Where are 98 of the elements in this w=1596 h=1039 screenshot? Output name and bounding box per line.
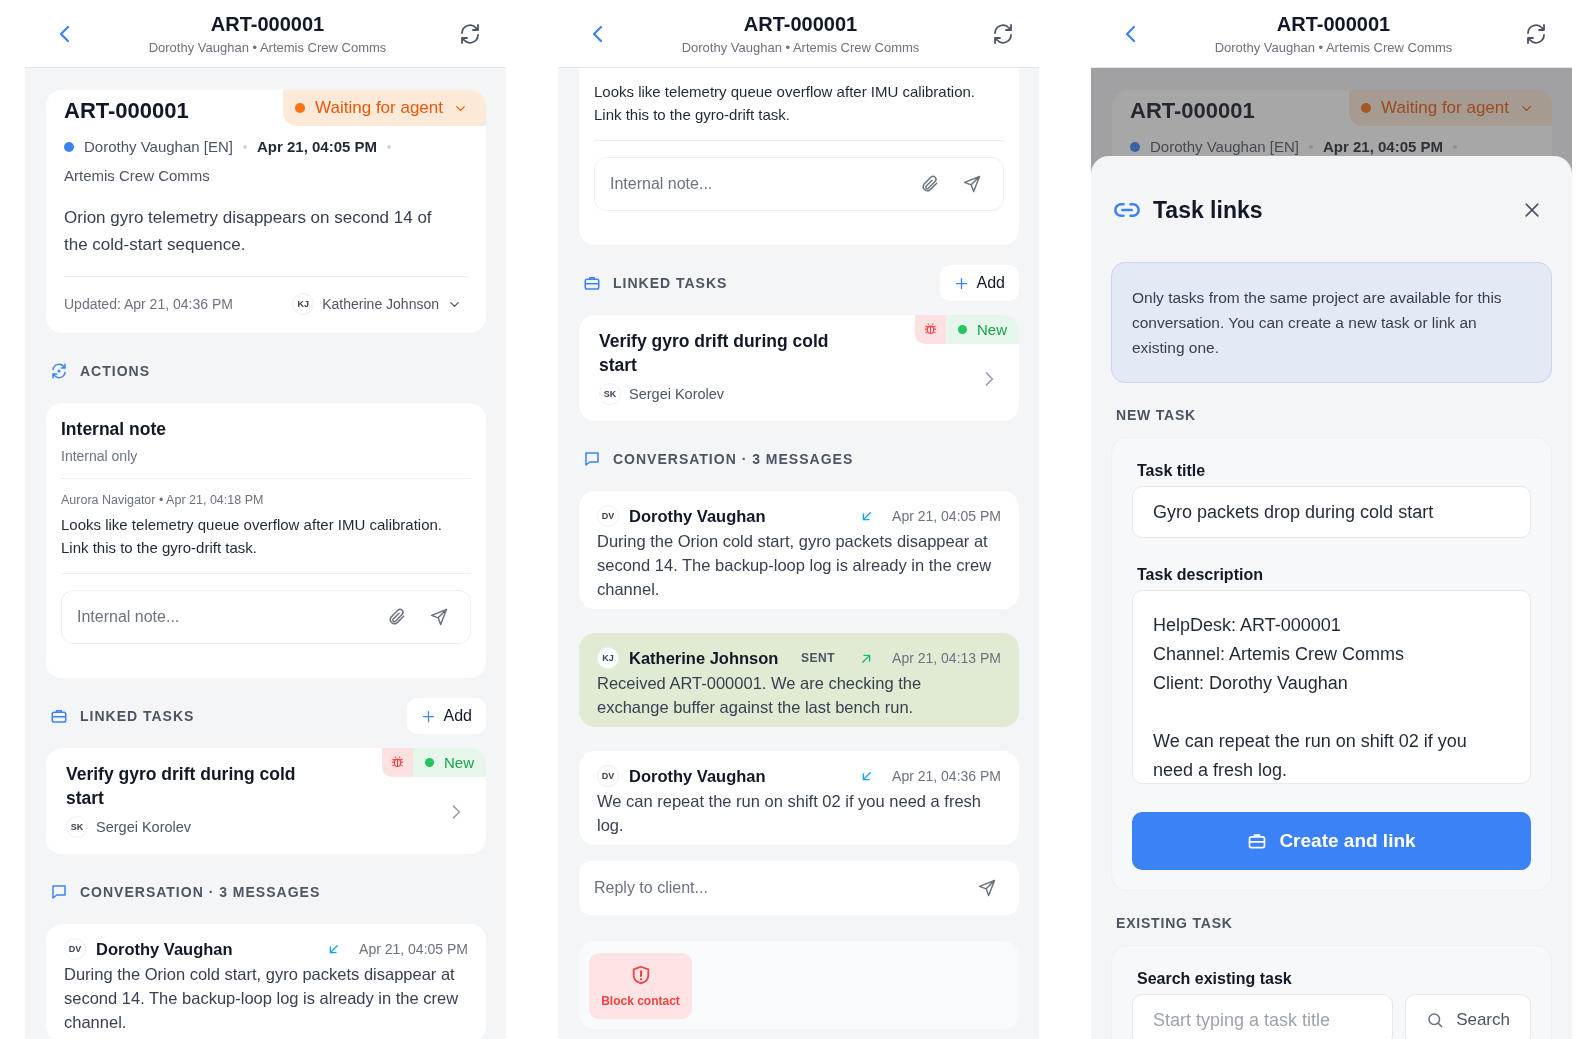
message-time: Apr 21, 04:05 PM xyxy=(892,508,1001,524)
client-name: Dorothy Vaughan [EN] xyxy=(84,138,233,155)
section-heading: CONVERSATION · 3 MESSAGES xyxy=(80,884,322,900)
online-dot xyxy=(1130,141,1140,152)
avatar-initials: DV xyxy=(64,938,86,960)
author-name: Katherine Johnson xyxy=(629,648,779,668)
screen-title: ART-000001 xyxy=(742,12,859,36)
task-description-field[interactable]: HelpDesk: ART-000001 Channel: Artemis Crew Comms Client: Dorothy Vaughan We can repeat the run on shift 02 if you need a fresh log. xyxy=(1132,590,1531,784)
briefcase-icon xyxy=(50,707,68,725)
ticket-description: Orion gyro telemetry disappears on second 14 of the cold-start sequence. xyxy=(64,207,433,256)
paperclip-icon[interactable] xyxy=(387,607,407,627)
author-name: Dorothy Vaughan xyxy=(96,939,233,959)
avatar-initials: KJ xyxy=(597,647,619,669)
message-time: Apr 21, 04:36 PM xyxy=(892,768,1001,784)
refresh-icon xyxy=(50,362,68,380)
note-subtitle: Internal only xyxy=(61,448,139,464)
assignee-name: Sergei Korolev xyxy=(96,819,192,835)
ticket-id: ART-000001 xyxy=(1130,97,1255,124)
screen-title: ART-000001 xyxy=(1275,12,1392,36)
task-card[interactable]: Verify gyro drift during cold start SK Sergei Korolev New xyxy=(46,748,486,854)
updated-time: Updated: Apr 21, 04:36 PM xyxy=(64,296,233,312)
add-button[interactable]: Add xyxy=(406,698,486,734)
channel-name: Artemis Crew Comms xyxy=(64,167,211,184)
avatar-initials: SK xyxy=(66,816,88,838)
field-label: Search existing task xyxy=(1137,970,1293,988)
paperclip-icon[interactable] xyxy=(920,174,940,194)
screen-subtitle: Dorothy Vaughan • Artemis Crew Comms xyxy=(147,39,388,55)
message-text: Received ART-000001. We are checking the exchange buffer against the last bench run. xyxy=(597,673,923,718)
separator-dot xyxy=(387,144,392,149)
create-and-link-button[interactable]: Create and link xyxy=(1132,812,1531,870)
refresh-icon[interactable] xyxy=(1524,21,1548,46)
search-task-field[interactable]: Start typing a task title xyxy=(1132,994,1394,1039)
section-heading: ACTIONS xyxy=(80,363,151,379)
created-time: Apr 21, 04:05 PM xyxy=(1323,138,1444,155)
sheet-title: Task links xyxy=(1153,196,1264,224)
status-badge: New xyxy=(413,748,486,777)
note-meta: Aurora Navigator • Apr 21, 04:18 PM xyxy=(61,493,265,507)
avatar-initials: DV xyxy=(597,505,619,527)
chat-bubble-icon xyxy=(583,450,601,468)
status-dot xyxy=(1361,103,1372,113)
avatar-initials: KJ xyxy=(292,293,315,315)
status-badge: New xyxy=(946,315,1019,344)
message-text: We can repeat the run on shift 02 if you need a fresh log. xyxy=(597,791,983,836)
assignee-name: Sergei Korolev xyxy=(629,386,725,402)
search-icon xyxy=(1426,1011,1445,1029)
message-text: During the Orion cold start, gyro packets disappear at second 14. The backup-loop log is already in the crew channel. xyxy=(597,531,993,600)
status-dot xyxy=(295,103,306,113)
online-dot xyxy=(64,141,74,152)
note-input-field[interactable]: Internal note... xyxy=(61,590,471,644)
add-button[interactable]: Add xyxy=(939,265,1019,301)
separator-dot xyxy=(1453,144,1458,149)
plus-icon xyxy=(420,708,436,724)
note-title: Internal note xyxy=(61,419,167,440)
avatar-initials: SK xyxy=(599,383,621,405)
refresh-icon[interactable] xyxy=(991,21,1015,46)
task-title: Verify gyro drift during cold start xyxy=(66,763,297,810)
bug-icon xyxy=(923,321,938,336)
screen-subtitle: Dorothy Vaughan • Artemis Crew Comms xyxy=(1213,39,1454,55)
screen-subtitle: Dorothy Vaughan • Artemis Crew Comms xyxy=(680,39,921,55)
bug-icon xyxy=(390,754,405,769)
client-name: Dorothy Vaughan [EN] xyxy=(1150,138,1299,155)
message-time: Apr 21, 04:13 PM xyxy=(892,650,1001,666)
chat-bubble-icon xyxy=(50,883,68,901)
task-title-field[interactable]: Gyro packets drop during cold start xyxy=(1132,486,1531,538)
section-heading: NEW TASK xyxy=(1116,407,1198,423)
refresh-icon[interactable] xyxy=(458,21,482,46)
author-name: Dorothy Vaughan xyxy=(629,506,766,526)
note-input-field[interactable]: Internal note... xyxy=(594,157,1004,211)
message-text: During the Orion cold start, gyro packets disappear at second 14. The backup-loop log is already in the crew channel. xyxy=(64,964,460,1033)
section-heading: LINKED TASKS xyxy=(613,275,729,291)
send-icon[interactable] xyxy=(429,607,449,627)
sent-label: SENT xyxy=(801,651,836,665)
author-name: Dorothy Vaughan xyxy=(629,766,766,786)
task-title: Verify gyro drift during cold start xyxy=(599,330,830,377)
field-label: Task title xyxy=(1137,462,1207,480)
separator-dot xyxy=(243,144,247,149)
reply-input-field[interactable]: Reply to client... xyxy=(579,861,1019,915)
avatar-initials: DV xyxy=(597,765,619,787)
send-icon[interactable] xyxy=(962,174,982,194)
message-time: Apr 21, 04:05 PM xyxy=(359,941,468,957)
assignee-dropdown[interactable]: KJ Katherine Johnson xyxy=(292,293,462,315)
send-icon[interactable] xyxy=(977,878,997,898)
created-time: Apr 21, 04:05 PM xyxy=(257,138,378,155)
search-button[interactable]: Search xyxy=(1405,994,1531,1039)
section-heading: EXISTING TASK xyxy=(1116,915,1234,931)
note-text: Looks like telemetry queue overflow after IMU calibration. Link this to the gyro-drift task. xyxy=(61,515,443,558)
briefcase-icon xyxy=(1247,831,1268,851)
field-label: Task description xyxy=(1137,566,1264,584)
ticket-id: ART-000001 xyxy=(64,97,189,124)
plus-icon xyxy=(953,275,969,291)
close-icon[interactable] xyxy=(1522,200,1542,220)
screen-title: ART-000001 xyxy=(209,12,326,36)
section-heading: CONVERSATION · 3 MESSAGES xyxy=(613,451,855,467)
info-banner: Only tasks from the same project are available for this conversation. You can create a new task or link an existing one. xyxy=(1111,262,1552,383)
task-card[interactable]: Verify gyro drift during cold start SK Sergei Korolev New xyxy=(579,315,1019,421)
note-text: Looks like telemetry queue overflow after IMU calibration. Link this to the gyro-drift task. xyxy=(594,82,976,125)
section-heading: LINKED TASKS xyxy=(80,708,196,724)
briefcase-icon xyxy=(583,274,601,292)
